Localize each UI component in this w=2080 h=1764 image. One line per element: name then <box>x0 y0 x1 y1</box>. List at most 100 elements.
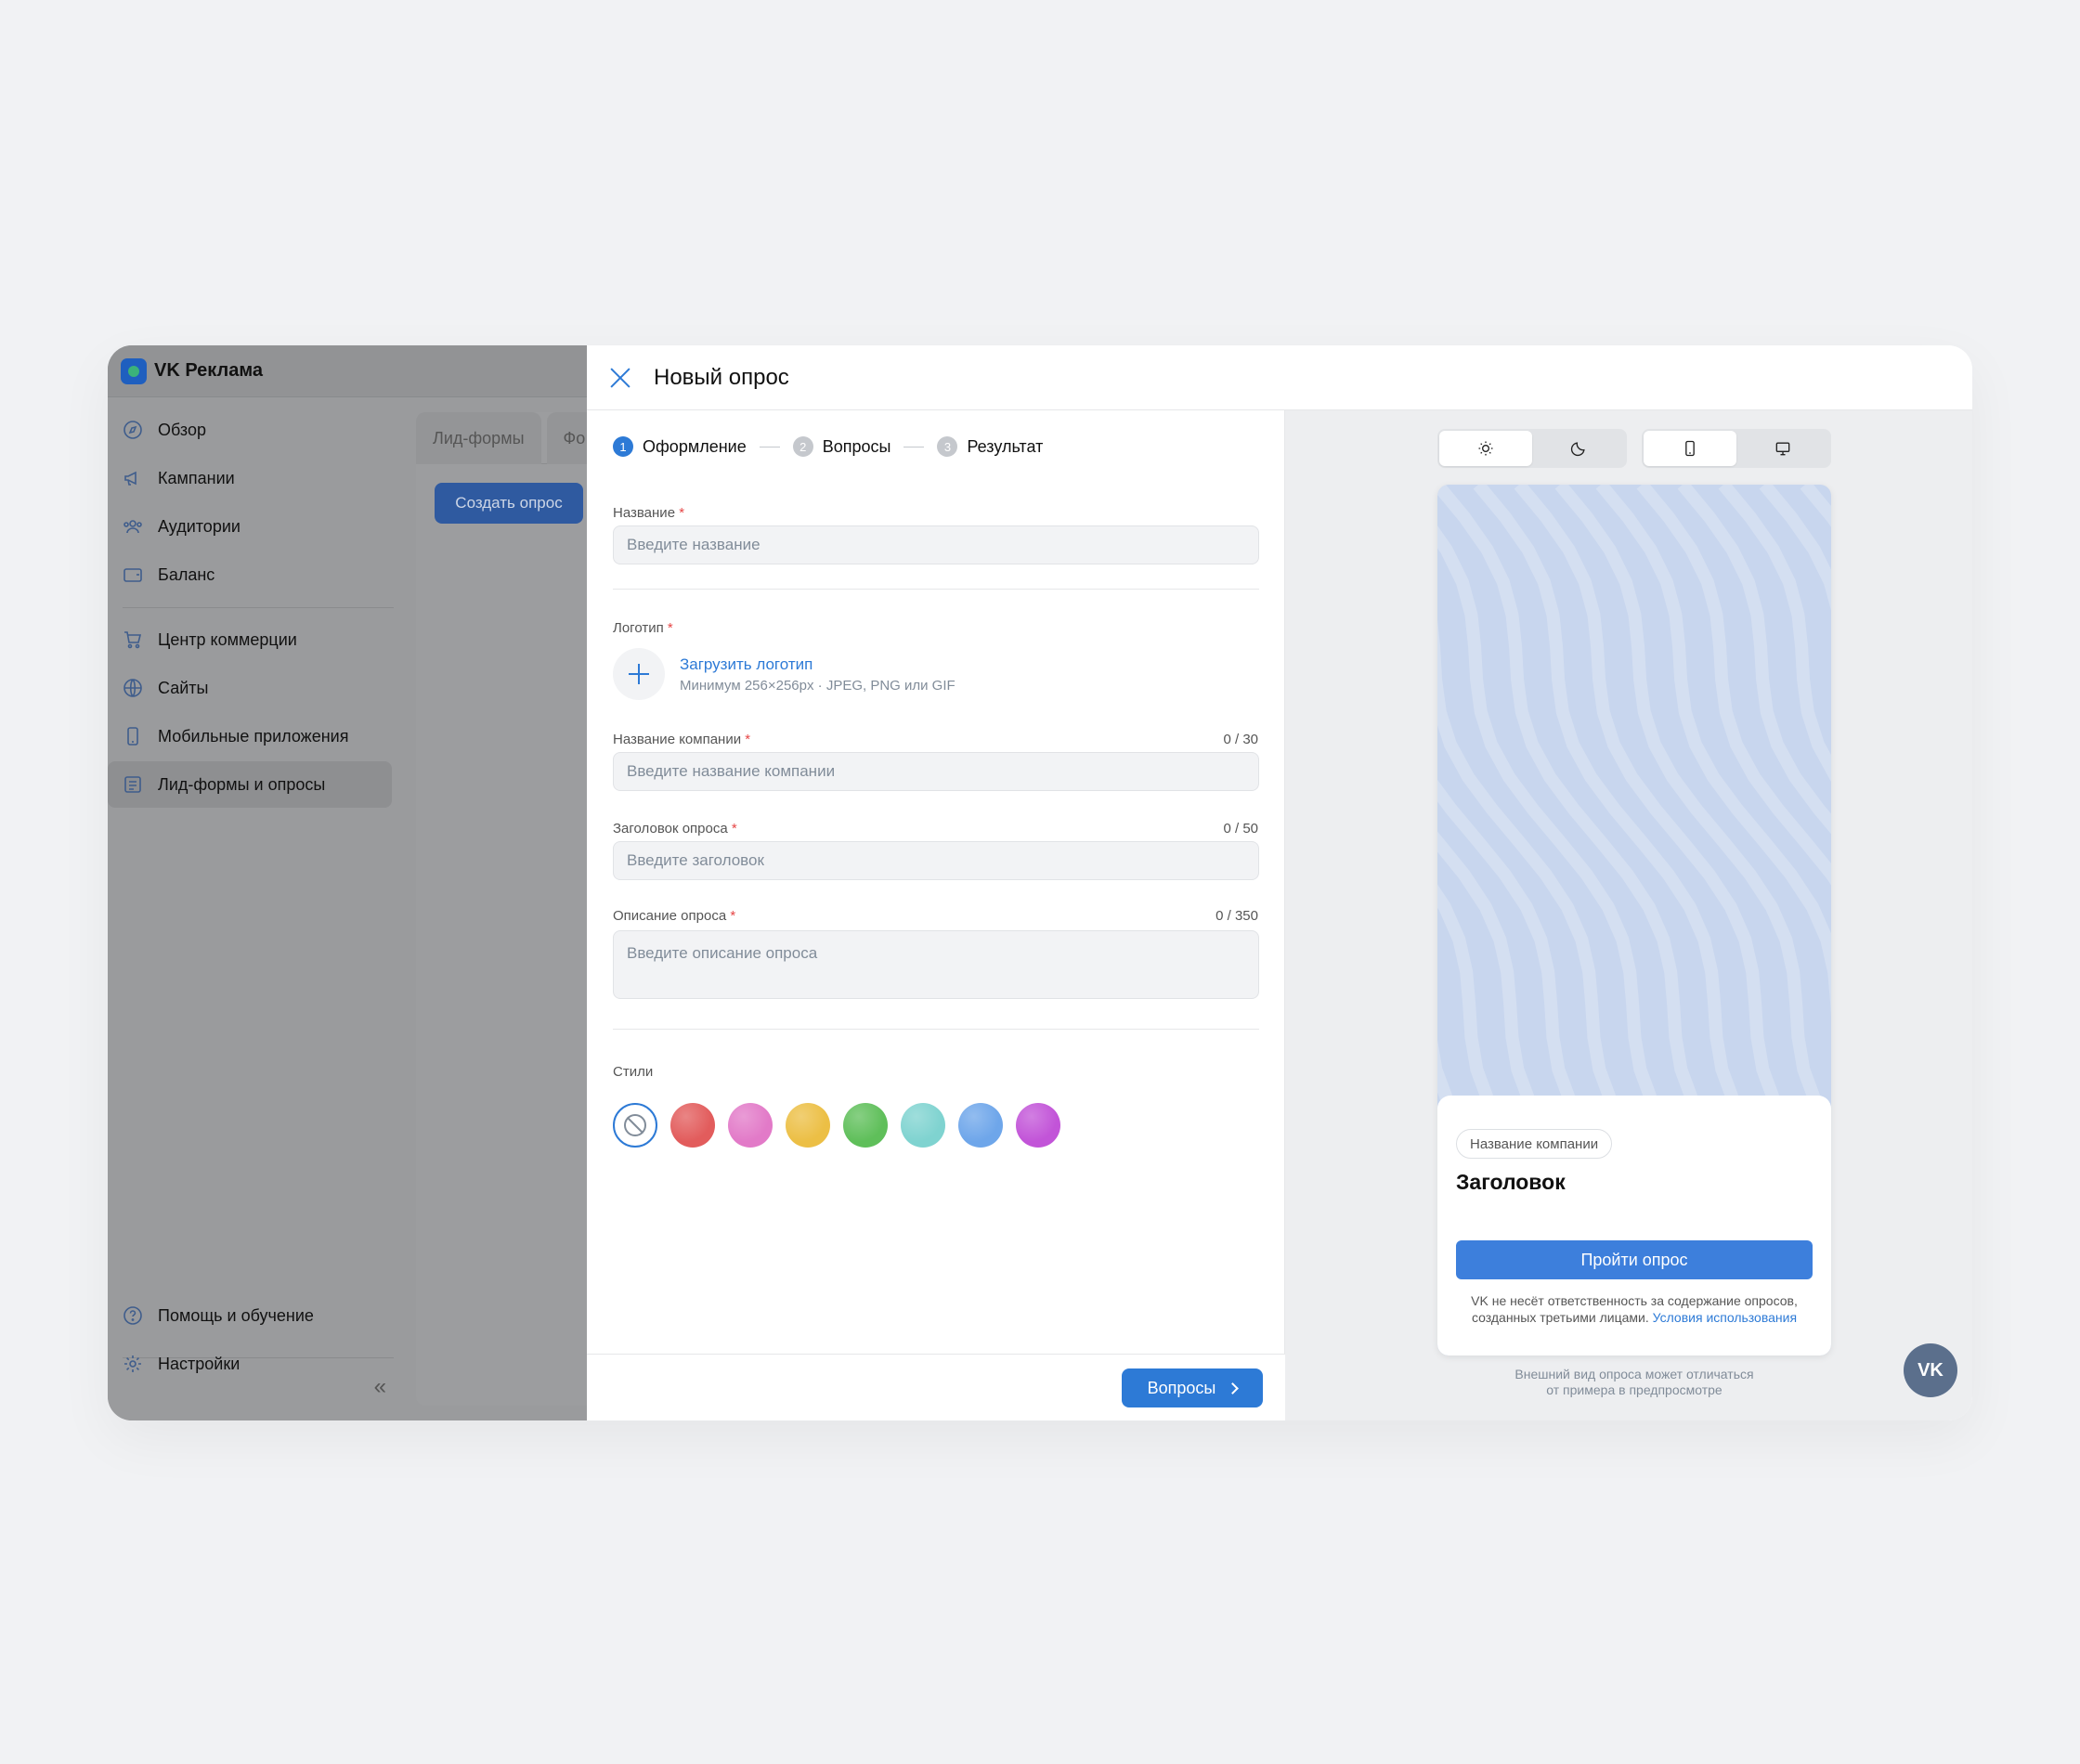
sidebar-item-label: Обзор <box>158 420 206 439</box>
step-label: Результат <box>967 436 1044 456</box>
next-questions-button[interactable]: Вопросы <box>1122 1368 1263 1407</box>
sidebar-item-label: Аудитории <box>158 516 240 536</box>
phone-preview: Название компании Заголовок Пройти опрос… <box>1437 485 1831 1355</box>
name-label: Название * <box>613 505 685 521</box>
theme-toggle <box>1437 429 1627 468</box>
description-textarea[interactable]: Введите описание опроса <box>613 930 1259 999</box>
brand-name: VK Реклама <box>154 360 264 381</box>
style-swatches <box>613 1103 1060 1148</box>
sidebar-item-label: Баланс <box>158 564 215 584</box>
step-questions[interactable]: 2 Вопросы <box>792 436 891 457</box>
sidebar-item-label: Помощь и обучение <box>158 1305 314 1325</box>
terms-link[interactable]: Условия использования <box>1653 1310 1797 1325</box>
wallet-icon <box>121 563 145 587</box>
form-panel: 1 Оформление 2 Вопросы 3 Результат Назва… <box>587 410 1285 1420</box>
light-theme-option[interactable] <box>1439 431 1532 466</box>
vk-chat-button[interactable]: VK <box>1904 1343 1957 1397</box>
heading-input[interactable]: Введите заголовок <box>613 841 1259 880</box>
step-number: 3 <box>937 436 958 457</box>
sidebar-item-audiences[interactable]: Аудитории <box>108 503 392 550</box>
disclaimer-text: VK не несёт ответственность за содержани… <box>1471 1293 1798 1325</box>
card-heading: Заголовок <box>1456 1170 1566 1194</box>
gear-icon <box>121 1352 145 1376</box>
upload-logo-link[interactable]: Загрузить логотип <box>680 655 812 674</box>
help-icon <box>121 1304 145 1328</box>
sidebar-item-label: Центр коммерции <box>158 629 297 649</box>
desktop-device-option[interactable] <box>1736 431 1829 466</box>
name-input[interactable]: Введите название <box>613 525 1259 564</box>
desktop-icon <box>1775 442 1790 456</box>
sidebar-item-sites[interactable]: Сайты <box>108 665 392 711</box>
sidebar-item-help[interactable]: Помощь и обучение <box>108 1292 392 1339</box>
sidebar-item-campaigns[interactable]: Кампании <box>108 455 392 501</box>
preview-panel: Название компании Заголовок Пройти опрос… <box>1285 410 1972 1420</box>
logo-label: Логотип * <box>613 620 673 636</box>
step-label: Вопросы <box>822 436 891 456</box>
sidebar-item-label: Лид-формы и опросы <box>158 774 326 794</box>
dark-theme-option[interactable] <box>1532 431 1625 466</box>
moon-icon <box>1570 442 1585 457</box>
app-window: VK Реклама Обзор Кампании Аудитории Бала… <box>108 345 1972 1420</box>
sidebar-item-leadforms[interactable]: Лид-формы и опросы <box>108 761 392 808</box>
list-icon <box>121 772 145 797</box>
style-color-swatch[interactable] <box>1016 1103 1060 1148</box>
sidebar-item-mobile-apps[interactable]: Мобильные приложения <box>108 713 392 759</box>
chevron-right-icon <box>1227 1381 1240 1394</box>
wave-pattern <box>1437 485 1831 1135</box>
step-number: 1 <box>613 436 633 457</box>
heading-label: Заголовок опроса * <box>613 821 737 837</box>
upload-logo-plus-icon[interactable] <box>613 648 665 700</box>
new-survey-modal: Новый опрос 1 Оформление 2 Вопросы 3 Рез… <box>587 345 1972 1420</box>
step-result[interactable]: 3 Результат <box>937 436 1043 457</box>
megaphone-icon <box>121 466 145 490</box>
step-number: 2 <box>792 436 813 457</box>
style-color-swatch[interactable] <box>728 1103 773 1148</box>
description-label: Описание опроса * <box>613 908 736 924</box>
survey-card-preview: Название компании Заголовок Пройти опрос… <box>1437 1096 1831 1355</box>
close-icon[interactable] <box>609 367 631 389</box>
step-design[interactable]: 1 Оформление <box>613 436 747 457</box>
no-style-icon <box>624 1114 646 1136</box>
styles-label: Стили <box>613 1064 654 1080</box>
tab-leadforms[interactable]: Лид-формы <box>416 412 541 464</box>
collapse-sidebar-icon[interactable]: « <box>374 1374 386 1400</box>
style-color-swatch[interactable] <box>958 1103 1003 1148</box>
style-none-swatch[interactable] <box>613 1103 657 1148</box>
sidebar-item-balance[interactable]: Баланс <box>108 551 392 598</box>
heading-counter: 0 / 50 <box>1223 821 1258 837</box>
stepper: 1 Оформление 2 Вопросы 3 Результат <box>613 436 1043 457</box>
sidebar-item-label: Сайты <box>158 678 209 697</box>
form-divider <box>613 1029 1259 1030</box>
compass-icon <box>121 418 145 442</box>
style-color-swatch[interactable] <box>901 1103 945 1148</box>
users-icon <box>121 514 145 538</box>
phone-icon <box>1685 440 1695 457</box>
company-name-chip: Название компании <box>1456 1129 1613 1159</box>
cart-icon <box>121 628 145 652</box>
sidebar: Обзор Кампании Аудитории Баланс Центр ко… <box>108 397 401 1420</box>
take-survey-button[interactable]: Пройти опрос <box>1456 1240 1813 1279</box>
sidebar-divider <box>123 607 394 608</box>
sun-icon <box>1478 441 1493 456</box>
preview-note: Внешний вид опроса может отличаться от п… <box>1514 1367 1754 1397</box>
sidebar-item-label: Кампании <box>158 468 235 487</box>
upload-logo-hint: Минимум 256×256px · JPEG, PNG или GIF <box>680 678 956 694</box>
style-color-swatch[interactable] <box>670 1103 715 1148</box>
sidebar-item-settings[interactable]: Настройки <box>108 1341 392 1387</box>
step-label: Оформление <box>643 436 747 456</box>
next-button-label: Вопросы <box>1147 1378 1216 1397</box>
style-color-swatch[interactable] <box>786 1103 830 1148</box>
create-survey-button[interactable]: Создать опрос <box>435 483 583 524</box>
phone-icon <box>121 724 145 748</box>
sidebar-item-label: Мобильные приложения <box>158 726 349 746</box>
style-color-swatch[interactable] <box>843 1103 888 1148</box>
company-counter: 0 / 30 <box>1223 732 1258 747</box>
sidebar-item-commerce[interactable]: Центр коммерции <box>108 616 392 663</box>
mobile-device-option[interactable] <box>1644 431 1736 466</box>
sidebar-item-overview[interactable]: Обзор <box>108 407 392 453</box>
sidebar-item-label: Настройки <box>158 1354 240 1373</box>
device-toggle <box>1642 429 1831 468</box>
company-input[interactable]: Введите название компании <box>613 752 1259 791</box>
background-app: VK Реклама Обзор Кампании Аудитории Бала… <box>108 345 628 1420</box>
company-label: Название компании * <box>613 732 751 747</box>
